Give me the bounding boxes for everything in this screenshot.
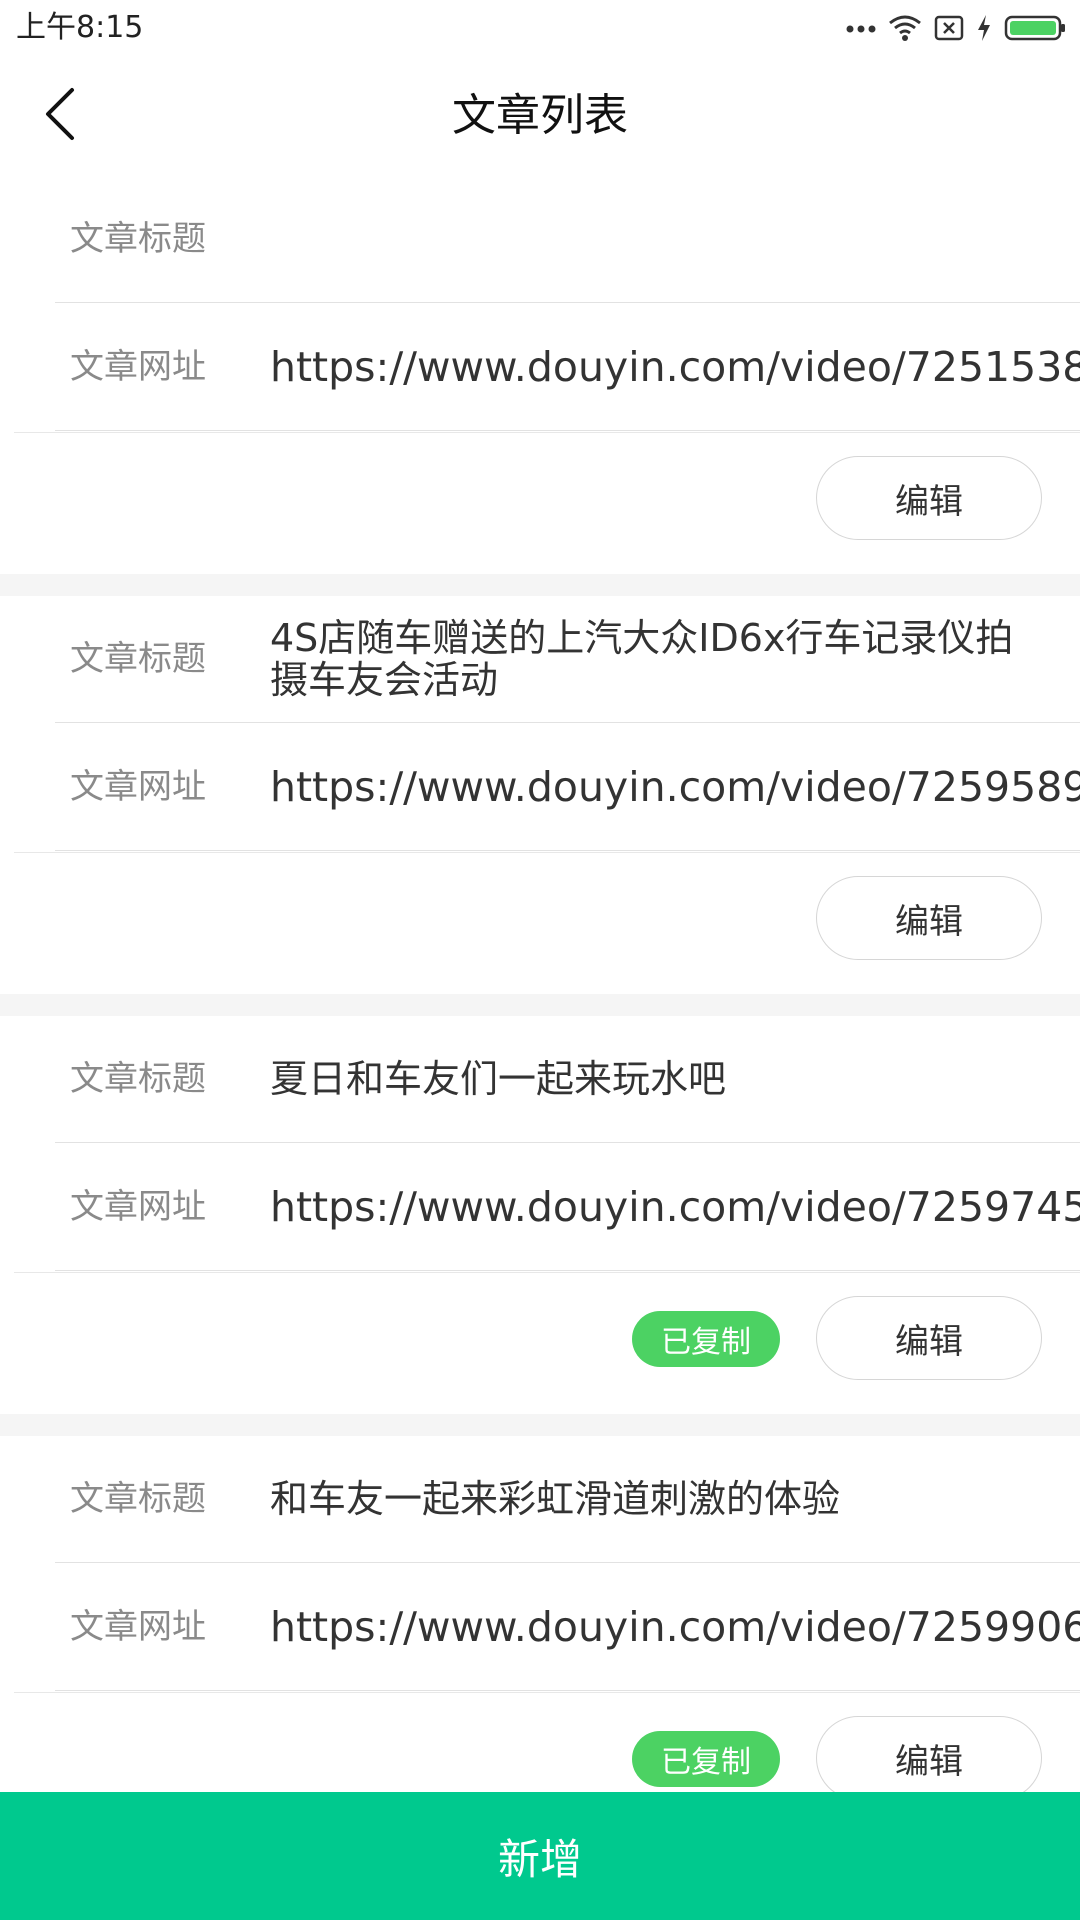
action-area: 已复制 编辑 [0,1273,1080,1414]
url-text: https://www.douyin.com/video/72597451510 [270,1183,1080,1231]
article-card: 文章标题 夏日和车友们一起来玩水吧 文章网址 https://www.douyi… [0,1016,1080,1436]
url-value: https://www.douyin.com/video/7251538813 [270,304,1080,430]
header: 文章列表 [0,56,1080,176]
title-text: 夏日和车友们一起来玩水吧 [270,1057,727,1101]
edit-button[interactable]: 编辑 [816,876,1042,960]
sim-off-icon [934,15,964,41]
url-label: 文章网址 [70,1187,206,1227]
action-area: 编辑 [0,433,1080,574]
title-text: 和车友一起来彩虹滑道刺激的体验 [270,1477,841,1521]
page-title: 文章列表 [452,90,628,141]
wifi-icon [888,14,922,42]
title-row: 文章标题 [55,176,1080,303]
title-value: 4S店随车赠送的上汽大众ID6x行车记录仪拍摄车友会活动 [270,596,1080,722]
copied-badge: 已复制 [632,1731,780,1787]
action-area: 编辑 [0,853,1080,994]
url-row: 文章网址 https://www.douyin.com/video/725974… [55,1144,1080,1271]
url-text: https://www.douyin.com/video/7259906442 [270,1603,1080,1651]
article-list[interactable]: 文章标题 文章网址 https://www.douyin.com/video/7… [0,176,1080,1792]
title-text: 4S店随车赠送的上汽大众ID6x行车记录仪拍摄车友会活动 [270,616,1014,702]
title-label: 文章标题 [70,1479,206,1519]
url-value: https://www.douyin.com/video/7259589105 [270,724,1080,850]
url-text: https://www.douyin.com/video/7251538813 [270,343,1080,391]
action-area: 已复制 编辑 [0,1693,1080,1792]
status-icons [846,8,1066,48]
add-button[interactable]: 新增 [0,1792,1080,1920]
edit-button[interactable]: 编辑 [816,456,1042,540]
url-label: 文章网址 [70,347,206,387]
title-value: 和车友一起来彩虹滑道刺激的体验 [270,1436,1080,1562]
url-value: https://www.douyin.com/video/7259906442 [270,1564,1080,1690]
battery-icon [1004,14,1066,42]
chevron-left-icon [42,86,78,146]
title-value [270,176,1080,302]
url-row: 文章网址 https://www.douyin.com/video/725153… [55,304,1080,431]
url-row: 文章网址 https://www.douyin.com/video/725958… [55,724,1080,851]
status-bar: 上午8:15 [0,0,1080,56]
article-card: 文章标题 和车友一起来彩虹滑道刺激的体验 文章网址 https://www.do… [0,1436,1080,1792]
url-row: 文章网址 https://www.douyin.com/video/725990… [55,1564,1080,1691]
article-card: 文章标题 文章网址 https://www.douyin.com/video/7… [0,176,1080,596]
title-row: 文章标题 4S店随车赠送的上汽大众ID6x行车记录仪拍摄车友会活动 [55,596,1080,723]
title-value: 夏日和车友们一起来玩水吧 [270,1016,1080,1142]
edit-button[interactable]: 编辑 [816,1716,1042,1792]
charging-icon [976,14,992,42]
url-text: https://www.douyin.com/video/7259589105 [270,763,1080,811]
url-label: 文章网址 [70,767,206,807]
url-value: https://www.douyin.com/video/72597451510 [270,1144,1080,1270]
status-time: 上午8:15 [16,10,144,45]
edit-button[interactable]: 编辑 [816,1296,1042,1380]
title-label: 文章标题 [70,219,206,259]
more-dots-icon [846,23,876,33]
back-button[interactable] [24,80,96,152]
title-row: 文章标题 和车友一起来彩虹滑道刺激的体验 [55,1436,1080,1563]
url-label: 文章网址 [70,1607,206,1647]
article-card: 文章标题 4S店随车赠送的上汽大众ID6x行车记录仪拍摄车友会活动 文章网址 h… [0,596,1080,1016]
title-row: 文章标题 夏日和车友们一起来玩水吧 [55,1016,1080,1143]
title-label: 文章标题 [70,1059,206,1099]
title-label: 文章标题 [70,639,206,679]
copied-badge: 已复制 [632,1311,780,1367]
